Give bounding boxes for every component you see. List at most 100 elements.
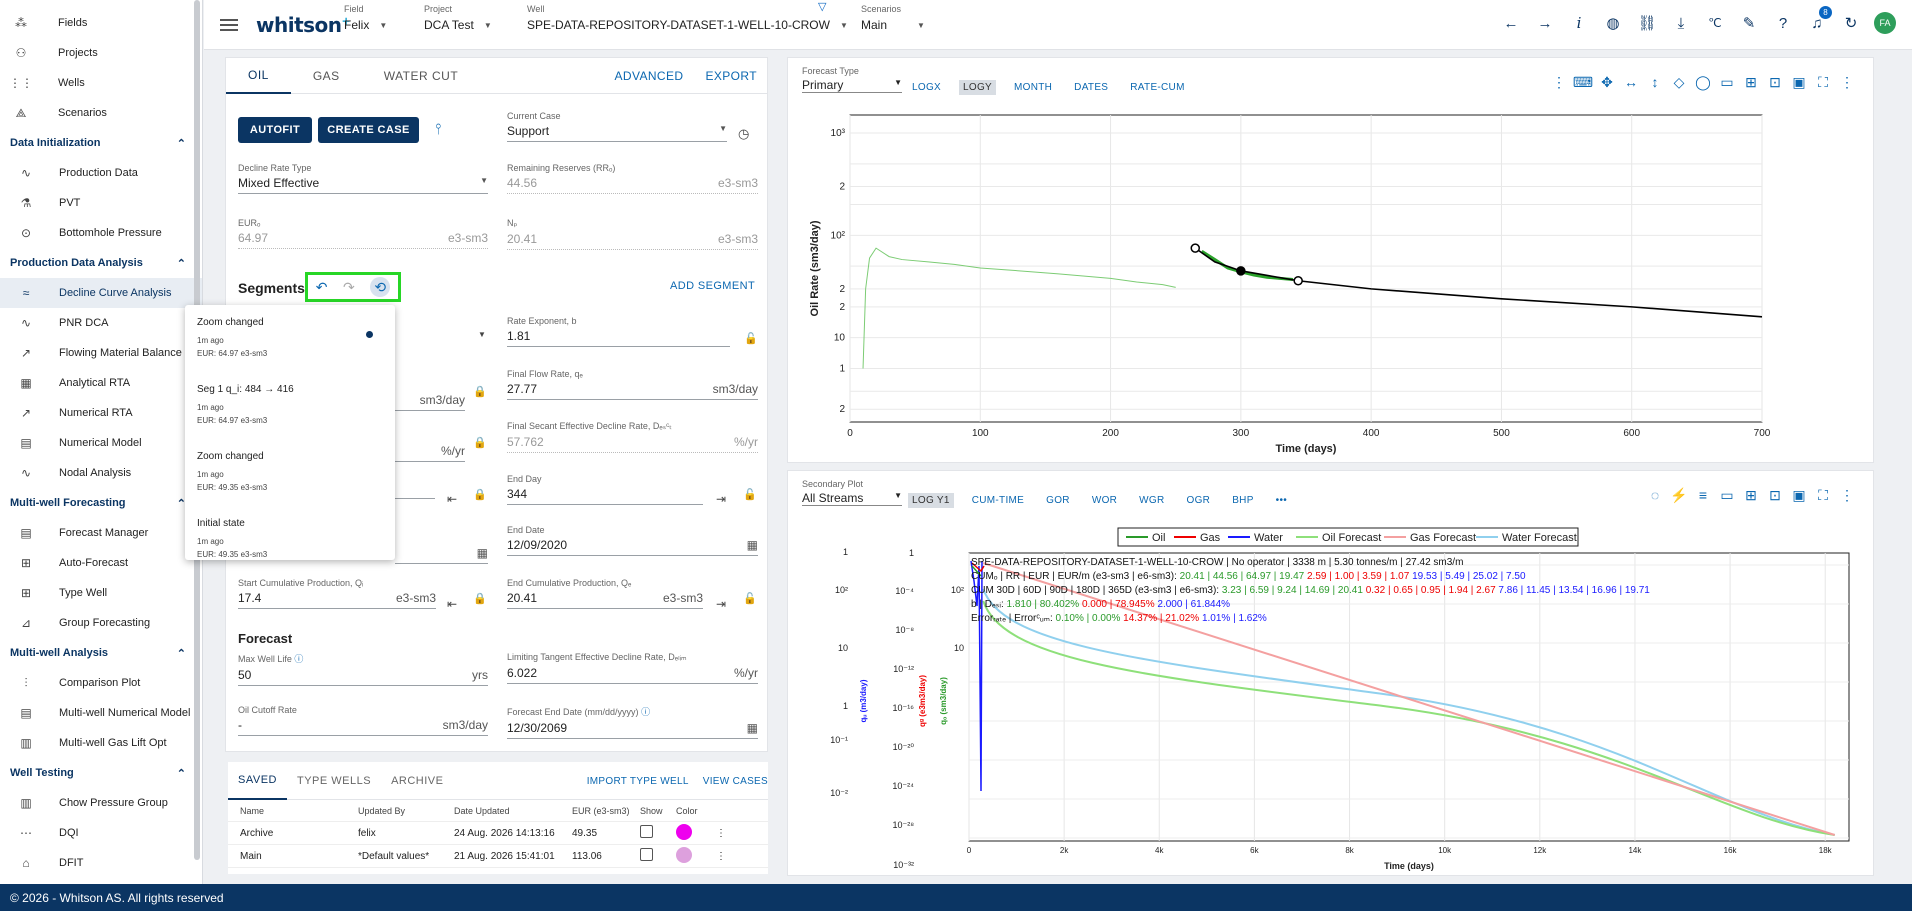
sidebar-item-pnr-dca[interactable]: ∿ PNR DCA — [0, 308, 202, 338]
lock-icon[interactable]: 🔒 — [473, 488, 487, 501]
initial-rate-field[interactable]: sm3/day — [395, 380, 465, 411]
sidebar-item-comparison-plot[interactable]: ⫶ Comparison Plot — [0, 668, 202, 698]
sidebar-item-flowing-material-balance[interactable]: ↗ Flowing Material Balance — [0, 338, 202, 368]
sidebar-item-production-data[interactable]: ∿ Production Data — [0, 158, 202, 188]
sidebar-item-multi-well-numerical-model[interactable]: ▤ Multi-well Numerical Model — [0, 698, 202, 728]
menu-icon[interactable] — [220, 18, 238, 31]
import-type-well-button[interactable]: IMPORT TYPE WELL — [587, 776, 689, 787]
tab-type-wells[interactable]: TYPE WELLS — [287, 762, 381, 800]
sidebar-item-group-forecasting[interactable]: ⊿ Group Forecasting — [0, 608, 202, 638]
globe-icon[interactable]: ◍ — [1602, 12, 1624, 34]
temperature-unit-icon[interactable]: ℃ — [1704, 12, 1726, 34]
well-select[interactable]: Well SPE-DATA-REPOSITORY-DATASET-1-WELL-1… — [527, 4, 848, 32]
final-flow-rate-field[interactable]: Final Flow Rate, qₑ 27.77 sm3/day — [507, 369, 758, 400]
sidebar-section-2[interactable]: Multi-well Forecasting ⌃ — [0, 488, 202, 518]
sidebar-item-wells[interactable]: ⋮⋮ Wells — [0, 68, 202, 98]
table-row[interactable]: Archive felix 24 Aug. 2026 14:13:16 49.35 ⋮ — [228, 822, 768, 845]
sidebar-item-nodal-analysis[interactable]: ∿ Nodal Analysis — [0, 458, 202, 488]
tab-saved[interactable]: SAVED — [228, 762, 287, 800]
sidebar-item-type-well[interactable]: ⊞ Type Well — [0, 578, 202, 608]
align-end-icon[interactable]: ⇥ — [716, 597, 726, 611]
sidebar-item-scenarios[interactable]: ⟁ Scenarios — [0, 98, 202, 128]
more-vert-icon[interactable]: ⋮ — [716, 828, 736, 839]
help-icon[interactable]: ⓘ — [294, 654, 303, 664]
calendar-icon[interactable]: ▦ — [477, 546, 488, 560]
view-cases-button[interactable]: VIEW CASES — [703, 776, 768, 787]
end-date-field[interactable]: End Date 12/09/2020 ▦ — [507, 525, 758, 556]
multi-stream-chart[interactable]: 0 2k 4k 6k 8k 10k 12k 14k 16k 18k Time (days) 1 10² 1… — [788, 471, 1875, 877]
sidebar-item-auto-forecast[interactable]: ⊞ Auto-Forecast — [0, 548, 202, 578]
lock-icon[interactable]: 🔒 — [473, 592, 487, 605]
decline-rate-type-select[interactable]: Decline Rate Type Mixed Effective ▼ — [238, 163, 488, 194]
avatar[interactable]: FA — [1874, 12, 1896, 34]
tune-icon[interactable]: ⫯ — [435, 121, 442, 138]
sidebar-item-analytical-rta[interactable]: ▦ Analytical RTA — [0, 368, 202, 398]
table-row[interactable]: Main *Default values* 21 Aug. 2026 15:41:0… — [228, 845, 768, 868]
undo-icon[interactable]: ↶ — [316, 279, 328, 296]
calendar-icon[interactable]: ▦ — [747, 538, 758, 552]
create-case-button[interactable]: CREATE CASE — [318, 117, 419, 143]
limiting-decline-field[interactable]: Limiting Tangent Effective Decline Rate,… — [507, 652, 758, 684]
sidebar-item-numerical-model[interactable]: ▤ Numerical Model — [0, 428, 202, 458]
sidebar-item-dfit[interactable]: ⌂ DFIT — [0, 848, 202, 878]
sidebar-item-projects[interactable]: ⚇ Projects — [0, 38, 202, 68]
align-start-icon[interactable]: ⇤ — [447, 492, 457, 506]
advanced-button[interactable]: ADVANCED — [614, 69, 683, 83]
bell-icon[interactable]: ♫ 8 — [1806, 6, 1832, 34]
show-checkbox[interactable] — [640, 825, 653, 838]
color-swatch[interactable] — [676, 823, 692, 840]
start-date-field[interactable]: ▦ — [395, 533, 488, 564]
rate-time-chart[interactable]: 0 100 200 300 400 500 600 700 2 1 2 10 2 10² 2 10³ Time … — [788, 58, 1875, 464]
sidebar-item-pvt[interactable]: ⚗ PVT — [0, 188, 202, 218]
info-icon[interactable]: i — [1568, 12, 1590, 34]
scenarios-select[interactable]: Scenarios Main ▼ — [861, 4, 925, 32]
initial-decline-field[interactable]: %/yr — [395, 431, 465, 462]
calendar-icon[interactable]: ▦ — [747, 721, 758, 735]
align-start-icon[interactable]: ⇤ — [447, 597, 457, 611]
oil-cutoff-rate-field[interactable]: Oil Cutoff Rate - sm3/day — [238, 705, 488, 736]
sidebar-item-chow-pressure-group[interactable]: ▥ Chow Pressure Group — [0, 788, 202, 818]
project-select[interactable]: Project DCA Test ▼ — [424, 4, 492, 32]
unlock-icon[interactable]: 🔓 — [743, 592, 757, 605]
show-checkbox[interactable] — [640, 848, 653, 861]
more-vert-icon[interactable]: ⋮ — [716, 851, 736, 862]
sidebar-section-3[interactable]: Multi-well Analysis ⌃ — [0, 638, 202, 668]
end-day-field[interactable]: End Day 344 — [507, 474, 703, 505]
rate-exponent-field[interactable]: Rate Exponent, b 1.81 — [507, 316, 730, 347]
history-entry[interactable]: Zoom changed 1m ago EUR: 49.35 e3-sm3 — [197, 451, 383, 512]
max-well-life-field[interactable]: Max Well Life ⓘ 50 yrs — [238, 652, 488, 686]
align-end-icon[interactable]: ⇥ — [716, 492, 726, 506]
lock-icon[interactable]: 🔒 — [473, 436, 487, 449]
filter-icon[interactable]: ▽ — [818, 0, 826, 13]
help-icon[interactable]: ⓘ — [641, 707, 650, 717]
tab-archive[interactable]: ARCHIVE — [381, 762, 453, 800]
lock-icon[interactable]: 🔒 — [473, 385, 487, 398]
add-segment-button[interactable]: ADD SEGMENT — [670, 280, 755, 292]
link-icon[interactable]: ⛓ — [1636, 12, 1658, 34]
sidebar-item-dqi[interactable]: ⋯ DQI — [0, 818, 202, 848]
arrow-left-icon[interactable]: ← — [1500, 12, 1522, 34]
sidebar-section-4[interactable]: Well Testing ⌃ — [0, 758, 202, 788]
sidebar-item-fields[interactable]: ⁂ Fields — [0, 8, 202, 38]
sidebar-section-0[interactable]: Data Initialization ⌃ — [0, 128, 202, 158]
sidebar-item-numerical-rta[interactable]: ↗ Numerical RTA — [0, 398, 202, 428]
refresh-icon[interactable]: ↻ — [1840, 12, 1862, 34]
unlock-icon[interactable]: 🔓 — [743, 488, 757, 501]
sidebar-item-multi-well-gas-lift-opt[interactable]: ▥ Multi-well Gas Lift Opt — [0, 728, 202, 758]
sidebar-section-1[interactable]: Production Data Analysis ⌃ — [0, 248, 202, 278]
unlock-icon[interactable]: 🔓 — [744, 332, 758, 345]
forecast-end-date-field[interactable]: Forecast End Date (mm/dd/yyyy) ⓘ 12/30/20… — [507, 705, 758, 739]
current-case-select[interactable]: Current Case Support ▼ — [507, 111, 727, 142]
redo-icon[interactable]: ↷ — [343, 279, 355, 296]
sidebar-item-bottomhole-pressure[interactable]: ⊙ Bottomhole Pressure — [0, 218, 202, 248]
history-entry[interactable]: Initial state 1m ago EUR: 49.35 e3-sm3 — [197, 518, 383, 579]
field-select[interactable]: Field Felix ▼ — [344, 4, 387, 32]
start-cumulative-field[interactable]: Start Cumulative Production, Qᵢ 17.4 e3-sm… — [238, 578, 436, 609]
sidebar-item-decline-curve-analysis[interactable]: ≈ Decline Curve Analysis — [0, 278, 202, 308]
export-button[interactable]: EXPORT — [705, 69, 757, 83]
sidebar-item-forecast-manager[interactable]: ▤ Forecast Manager — [0, 518, 202, 548]
chevron-down-icon[interactable]: ▼ — [478, 330, 486, 339]
help-icon[interactable]: ? — [1772, 12, 1794, 34]
end-cumulative-field[interactable]: End Cumulative Production, Qₑ 20.41 e3-sm3 — [507, 578, 703, 609]
start-day-field[interactable] — [395, 482, 435, 499]
